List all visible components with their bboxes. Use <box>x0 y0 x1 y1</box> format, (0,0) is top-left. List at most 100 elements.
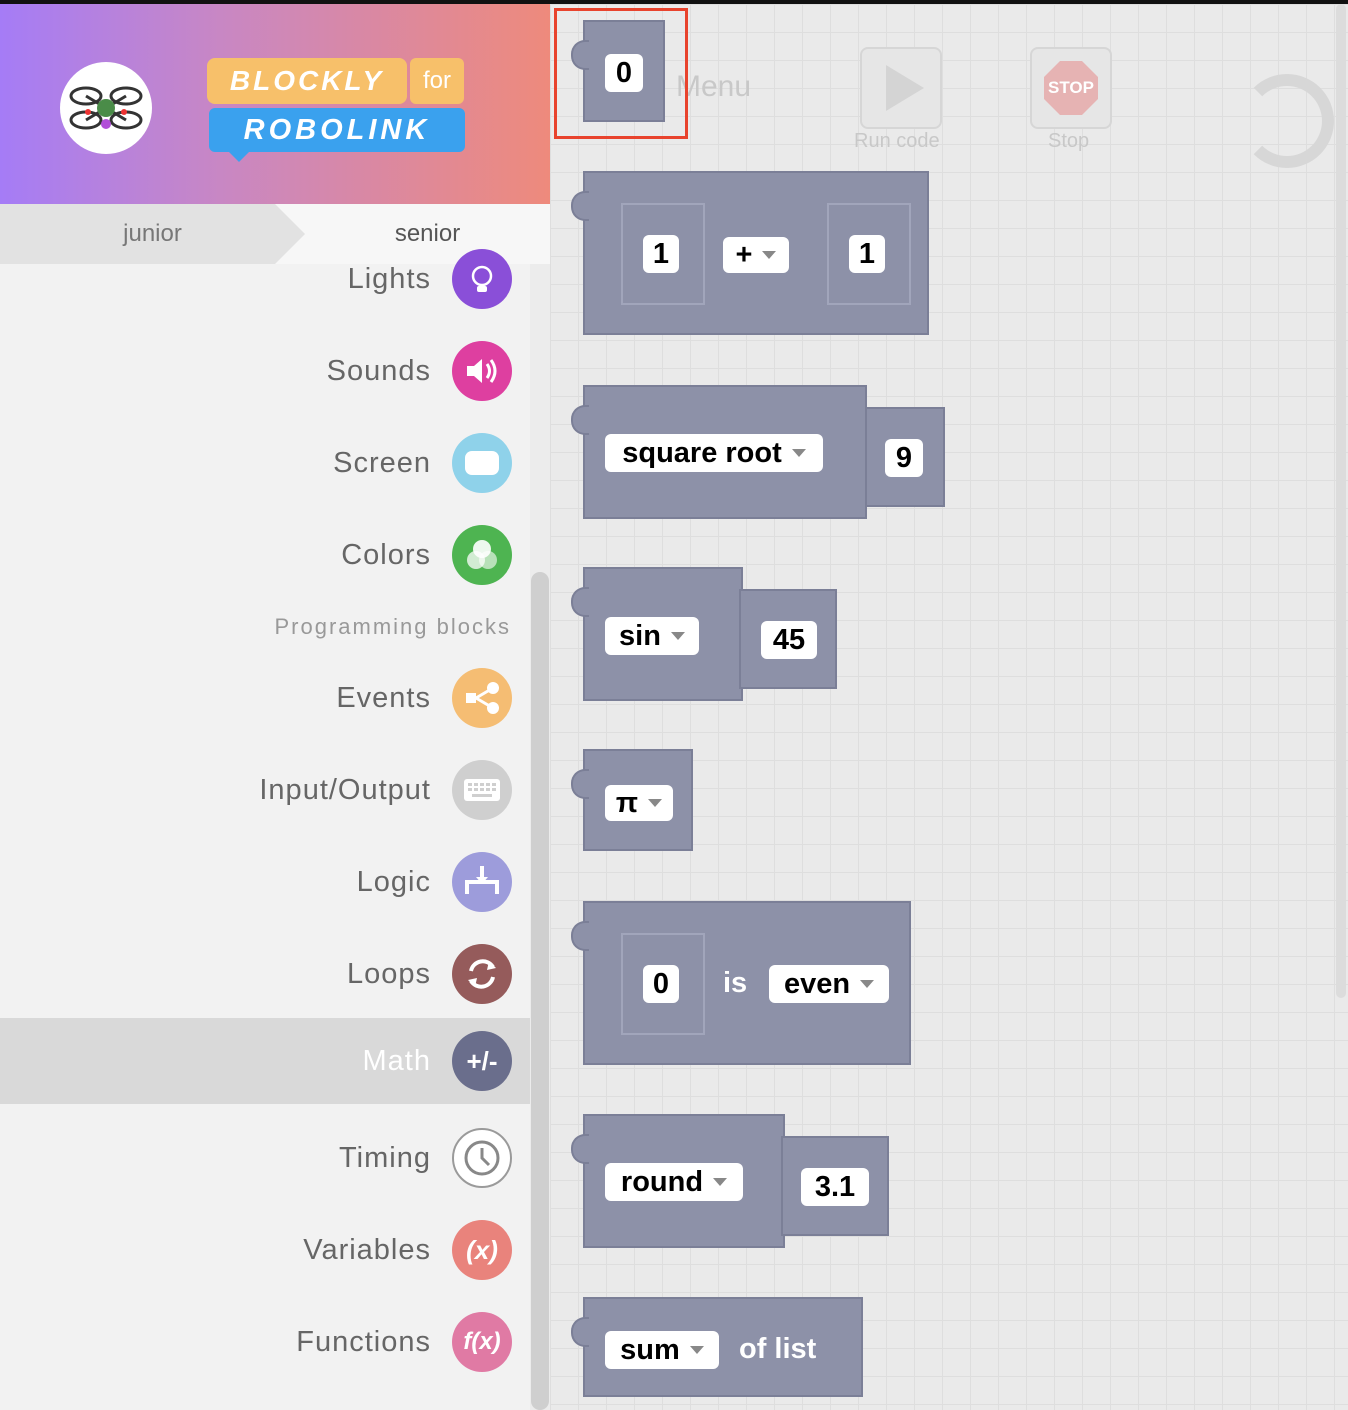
block-connector <box>571 405 589 435</box>
math-property-block[interactable]: 0 is even <box>571 901 911 1065</box>
share-nodes-icon <box>452 668 512 728</box>
logo-robolink: ROBOLINK <box>209 108 465 162</box>
math-trig-block[interactable]: sin <box>571 567 743 701</box>
block-connector <box>571 587 589 617</box>
math-on-list-block[interactable]: sum of list <box>571 1297 863 1397</box>
category-label: Colors <box>341 539 431 571</box>
toolbox-sidebar: BLOCKLY for ROBOLINK junior senior Light… <box>0 4 550 1410</box>
chevron-down-icon <box>648 799 663 807</box>
value-input-block[interactable]: 9 <box>865 407 945 507</box>
fork-icon <box>452 852 512 912</box>
play-icon <box>886 65 924 111</box>
math-constant-block[interactable]: π <box>571 749 693 851</box>
block-connector <box>571 191 589 221</box>
round-value: round <box>620 1165 704 1198</box>
number-field[interactable]: 3.1 <box>801 1168 869 1206</box>
speaker-icon <box>452 341 512 401</box>
value-input-block[interactable]: 45 <box>739 589 837 689</box>
stop-sign-text: STOP <box>1048 78 1094 97</box>
category-logic[interactable]: Logic <box>0 839 530 925</box>
category-label: Variables <box>303 1234 431 1266</box>
math-arithmetic-block[interactable]: 1 + 1 <box>571 171 929 335</box>
category-label: Logic <box>356 866 431 898</box>
chevron-down-icon <box>689 1346 704 1354</box>
loop-arrows-icon <box>452 944 512 1004</box>
section-label-programming: Programming blocks <box>274 614 511 639</box>
value-input-block[interactable]: 3.1 <box>781 1136 889 1236</box>
clock-icon <box>452 1128 512 1188</box>
screen-icon <box>452 433 512 493</box>
run-code-button[interactable] <box>860 47 942 129</box>
is-label: is <box>723 967 748 999</box>
round-dropdown[interactable]: round <box>605 1163 743 1201</box>
function-dropdown[interactable]: square root <box>605 434 823 472</box>
number-field[interactable]: 9 <box>885 439 923 477</box>
logo-blockly: BLOCKLY <box>207 58 407 104</box>
stop-label: Stop <box>1048 130 1090 152</box>
category-lights[interactable]: Lights <box>0 236 530 322</box>
window-top-border <box>0 0 1348 4</box>
category-variables[interactable]: Variables (x) <box>0 1207 530 1293</box>
category-sounds[interactable]: Sounds <box>0 328 530 414</box>
math-single-block[interactable]: square root <box>571 385 867 519</box>
function-icon: f(x) <box>452 1312 512 1372</box>
app-header: BLOCKLY for ROBOLINK <box>0 4 550 204</box>
sidebar-scrollbar-thumb[interactable] <box>531 572 549 1410</box>
logo-blockly-text: BLOCKLY <box>229 65 385 96</box>
chevron-down-icon <box>791 449 806 457</box>
category-label: Loops <box>346 958 431 990</box>
list-operation-value: sum <box>620 1333 680 1366</box>
category-label: Input/Output <box>259 774 431 806</box>
undo-icon[interactable] <box>1240 74 1334 168</box>
category-colors[interactable]: Colors <box>0 512 530 598</box>
workspace[interactable]: Menu Run code STOP Stop 0 1 + 1 square r… <box>550 4 1348 1410</box>
right-operand-field[interactable]: 1 <box>849 235 885 273</box>
trig-dropdown[interactable]: sin <box>605 617 699 655</box>
variable-icon: (x) <box>452 1220 512 1280</box>
run-code-label: Run code <box>854 130 940 152</box>
block-connector <box>571 1317 589 1347</box>
category-functions[interactable]: Functions f(x) <box>0 1299 530 1385</box>
category-loops[interactable]: Loops <box>0 931 530 1017</box>
list-operation-dropdown[interactable]: sum <box>605 1331 719 1369</box>
number-field[interactable]: 45 <box>761 621 817 659</box>
category-label: Math <box>362 1045 431 1077</box>
workspace-scrollbar[interactable] <box>1336 4 1346 998</box>
block-connector <box>571 769 589 799</box>
category-timing[interactable]: Timing <box>0 1115 530 1201</box>
stop-button[interactable]: STOP <box>1030 47 1112 129</box>
plus-minus-icon: +/- <box>452 1031 512 1091</box>
property-value: even <box>783 967 851 1000</box>
category-events[interactable]: Events <box>0 655 530 741</box>
of-list-label: of list <box>739 1333 817 1365</box>
left-operand-field[interactable]: 1 <box>643 235 679 273</box>
operator-dropdown[interactable]: + <box>723 237 789 273</box>
function-value: square root <box>622 436 782 469</box>
color-circles-icon <box>452 525 512 585</box>
lightbulb-icon <box>452 249 512 309</box>
drone-icon <box>69 86 143 130</box>
selection-highlight <box>554 8 688 139</box>
chevron-down-icon <box>860 980 875 988</box>
logo-for: for <box>410 58 464 104</box>
math-round-block[interactable]: round <box>571 1114 785 1248</box>
keyboard-icon <box>452 760 512 820</box>
trig-value: sin <box>619 619 661 652</box>
property-dropdown[interactable]: even <box>769 965 889 1003</box>
drone-avatar[interactable] <box>60 62 152 154</box>
block-connector <box>571 921 589 951</box>
category-input-output[interactable]: Input/Output <box>0 747 530 833</box>
category-label: Events <box>336 682 431 714</box>
category-screen[interactable]: Screen <box>0 420 530 506</box>
constant-value: π <box>615 786 639 819</box>
category-label: Screen <box>333 447 431 479</box>
block-connector <box>571 1134 589 1164</box>
category-label: Timing <box>339 1142 431 1174</box>
category-math[interactable]: Math +/- <box>0 1018 530 1104</box>
number-field[interactable]: 0 <box>643 965 679 1003</box>
category-label: Functions <box>296 1326 431 1358</box>
chevron-down-icon <box>713 1178 728 1186</box>
chevron-down-icon <box>670 632 685 640</box>
chevron-down-icon <box>762 251 777 259</box>
constant-dropdown[interactable]: π <box>605 785 673 821</box>
